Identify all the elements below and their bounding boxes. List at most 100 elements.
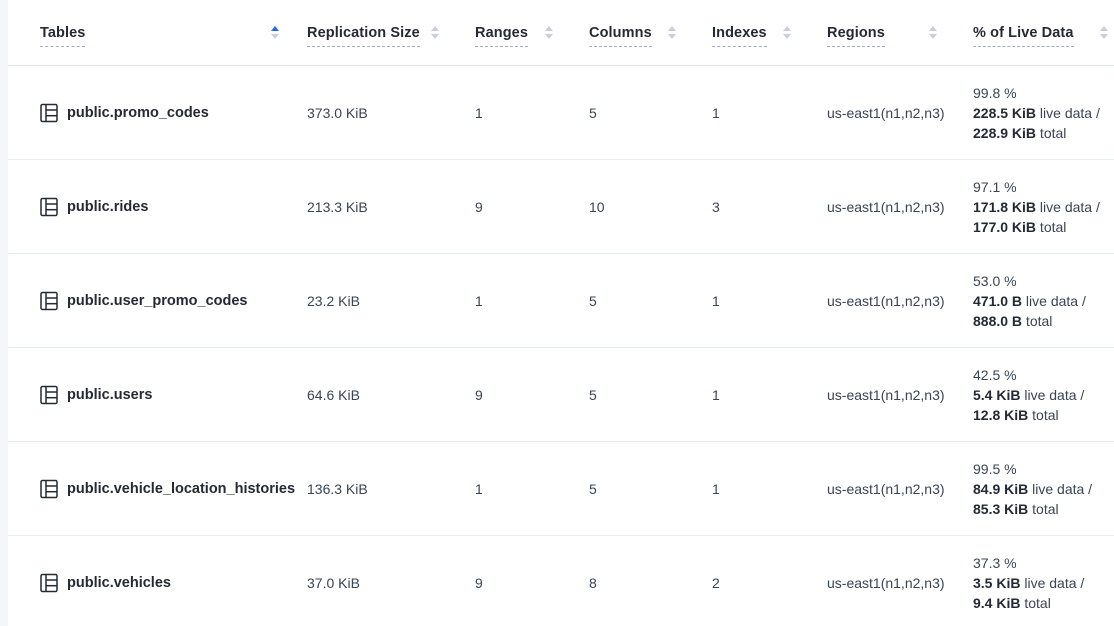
column-header-ranges[interactable]: Ranges	[467, 0, 581, 66]
ranges-cell: 9	[467, 348, 581, 442]
live-data-percent: 42.5 %	[973, 365, 1110, 385]
column-header-columns[interactable]: Columns	[581, 0, 704, 66]
columns-cell: 10	[581, 160, 704, 254]
sort-arrows-icon	[783, 26, 791, 39]
table-name-link[interactable]: public.users	[67, 387, 152, 403]
table-body: public.promo_codes 373.0 KiB 1 5 1 us-ea…	[8, 66, 1114, 626]
live-data-size-line: 5.4 KiB live data /	[973, 385, 1110, 405]
table-row: public.vehicles 37.0 KiB 9 8 2 us-east1(…	[8, 536, 1114, 626]
sort-arrows-icon	[668, 26, 676, 39]
live-data-percent: 53.0 %	[973, 271, 1110, 291]
sort-arrows-icon	[929, 26, 937, 39]
database-tables-table: Tables Replication Size Ranges	[8, 0, 1114, 626]
indexes-cell: 1	[704, 66, 819, 160]
replication-size-cell: 23.2 KiB	[299, 254, 467, 348]
total-size-line: 85.3 KiB total	[973, 499, 1110, 519]
live-data-size-line: 3.5 KiB live data /	[973, 573, 1110, 593]
column-header-label: % of Live Data	[973, 25, 1074, 47]
table-row: public.promo_codes 373.0 KiB 1 5 1 us-ea…	[8, 66, 1114, 160]
indexes-cell: 1	[704, 442, 819, 536]
column-header-label: Regions	[827, 25, 885, 47]
indexes-cell: 3	[704, 160, 819, 254]
table-icon	[40, 103, 58, 123]
column-header-label: Replication Size	[307, 25, 420, 47]
ranges-cell: 9	[467, 160, 581, 254]
regions-cell: us-east1(n1,n2,n3)	[819, 442, 965, 536]
replication-size-cell: 373.0 KiB	[299, 66, 467, 160]
table-row: public.user_promo_codes 23.2 KiB 1 5 1 u…	[8, 254, 1114, 348]
live-data-percent: 37.3 %	[973, 553, 1110, 573]
regions-cell: us-east1(n1,n2,n3)	[819, 348, 965, 442]
live-data-size-line: 171.8 KiB live data /	[973, 197, 1110, 217]
table-name-link[interactable]: public.rides	[67, 199, 148, 215]
tables-panel: Tables Replication Size Ranges	[8, 0, 1114, 626]
column-header-regions[interactable]: Regions	[819, 0, 965, 66]
columns-cell: 5	[581, 66, 704, 160]
table-name-link[interactable]: public.promo_codes	[67, 105, 209, 121]
column-header-live-data[interactable]: % of Live Data	[965, 0, 1114, 66]
ranges-cell: 1	[467, 442, 581, 536]
table-icon	[40, 291, 58, 311]
column-header-label: Columns	[589, 25, 652, 47]
column-header-indexes[interactable]: Indexes	[704, 0, 819, 66]
live-data-cell: 53.0 % 471.0 B live data / 888.0 B total	[965, 254, 1114, 348]
table-name-cell: public.vehicles	[8, 536, 299, 626]
table-name-cell: public.vehicle_location_histories	[8, 442, 299, 536]
live-data-percent: 99.8 %	[973, 83, 1110, 103]
replication-size-cell: 213.3 KiB	[299, 160, 467, 254]
sort-arrows-icon	[545, 26, 553, 39]
live-data-size-line: 471.0 B live data /	[973, 291, 1110, 311]
total-size-line: 228.9 KiB total	[973, 123, 1110, 143]
sort-arrows-icon	[1100, 26, 1108, 39]
table-icon	[40, 385, 58, 405]
column-header-label: Indexes	[712, 25, 767, 47]
header-row: Tables Replication Size Ranges	[8, 0, 1114, 66]
sort-arrows-icon	[271, 26, 279, 39]
regions-cell: us-east1(n1,n2,n3)	[819, 254, 965, 348]
total-size-line: 888.0 B total	[973, 311, 1110, 331]
ranges-cell: 1	[467, 254, 581, 348]
live-data-percent: 99.5 %	[973, 459, 1110, 479]
live-data-cell: 99.8 % 228.5 KiB live data / 228.9 KiB t…	[965, 66, 1114, 160]
live-data-cell: 37.3 % 3.5 KiB live data / 9.4 KiB total	[965, 536, 1114, 626]
table-name-link[interactable]: public.vehicles	[67, 575, 171, 591]
table-name-cell: public.user_promo_codes	[8, 254, 299, 348]
table-name-cell: public.users	[8, 348, 299, 442]
total-size-line: 12.8 KiB total	[973, 405, 1110, 425]
indexes-cell: 1	[704, 254, 819, 348]
total-size-line: 9.4 KiB total	[973, 593, 1110, 613]
live-data-cell: 97.1 % 171.8 KiB live data / 177.0 KiB t…	[965, 160, 1114, 254]
live-data-size-line: 84.9 KiB live data /	[973, 479, 1110, 499]
indexes-cell: 1	[704, 348, 819, 442]
table-row: public.rides 213.3 KiB 9 10 3 us-east1(n…	[8, 160, 1114, 254]
live-data-size-line: 228.5 KiB live data /	[973, 103, 1110, 123]
regions-cell: us-east1(n1,n2,n3)	[819, 536, 965, 626]
live-data-cell: 42.5 % 5.4 KiB live data / 12.8 KiB tota…	[965, 348, 1114, 442]
column-header-label: Tables	[40, 25, 85, 47]
table-row: public.vehicle_location_histories 136.3 …	[8, 442, 1114, 536]
table-name-link[interactable]: public.user_promo_codes	[67, 293, 248, 309]
ranges-cell: 1	[467, 66, 581, 160]
replication-size-cell: 37.0 KiB	[299, 536, 467, 626]
column-header-label: Ranges	[475, 25, 528, 47]
indexes-cell: 2	[704, 536, 819, 626]
table-name-link[interactable]: public.vehicle_location_histories	[67, 481, 295, 497]
live-data-percent: 97.1 %	[973, 177, 1110, 197]
sort-arrows-icon	[431, 26, 439, 39]
table-name-cell: public.rides	[8, 160, 299, 254]
table-name-cell: public.promo_codes	[8, 66, 299, 160]
live-data-cell: 99.5 % 84.9 KiB live data / 85.3 KiB tot…	[965, 442, 1114, 536]
columns-cell: 5	[581, 442, 704, 536]
column-header-tables[interactable]: Tables	[8, 0, 299, 66]
regions-cell: us-east1(n1,n2,n3)	[819, 160, 965, 254]
ranges-cell: 9	[467, 536, 581, 626]
table-icon	[40, 197, 58, 217]
table-row: public.users 64.6 KiB 9 5 1 us-east1(n1,…	[8, 348, 1114, 442]
columns-cell: 5	[581, 348, 704, 442]
replication-size-cell: 64.6 KiB	[299, 348, 467, 442]
columns-cell: 5	[581, 254, 704, 348]
replication-size-cell: 136.3 KiB	[299, 442, 467, 536]
columns-cell: 8	[581, 536, 704, 626]
table-icon	[40, 479, 58, 499]
column-header-replication-size[interactable]: Replication Size	[299, 0, 467, 66]
